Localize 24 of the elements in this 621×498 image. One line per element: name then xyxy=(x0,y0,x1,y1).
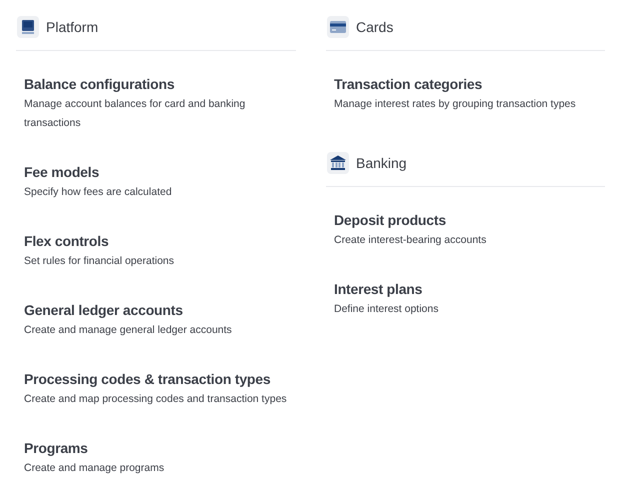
item-link[interactable]: Fee models xyxy=(24,162,288,182)
item-link[interactable]: Transaction categories xyxy=(334,74,597,94)
item-description: Create and map processing codes and transaction types xyxy=(24,392,288,407)
item-link[interactable]: Deposit products xyxy=(334,210,597,230)
section-title: Cards xyxy=(356,19,394,35)
item-description: Create and manage programs xyxy=(24,461,166,476)
item-link[interactable]: Processing codes & transaction types xyxy=(24,369,288,389)
credit-card-icon xyxy=(327,16,349,38)
item-link[interactable]: General ledger accounts xyxy=(24,300,288,320)
item-link[interactable]: Balance configurations xyxy=(24,74,288,94)
item-description: Set rules for financial operations xyxy=(24,254,175,269)
item-description: Manage interest rates by grouping transaction types xyxy=(334,97,577,112)
item-link[interactable]: Programs xyxy=(24,438,288,458)
section-title: Banking xyxy=(356,155,407,171)
item-description: Specify how fees are calculated xyxy=(24,185,173,200)
bank-icon xyxy=(327,152,349,174)
monitor-icon xyxy=(17,16,39,38)
item-link[interactable]: Flex controls xyxy=(24,231,288,251)
item-description: Create interest-bearing accounts xyxy=(334,233,488,248)
item-link[interactable]: Interest plans xyxy=(334,279,597,299)
section-title: Platform xyxy=(46,19,98,35)
item-description: Define interest options xyxy=(334,302,440,317)
item-description: Create and manage general ledger accounts xyxy=(24,323,233,338)
item-description: Manage account balances for card and banking transactions xyxy=(24,97,246,131)
